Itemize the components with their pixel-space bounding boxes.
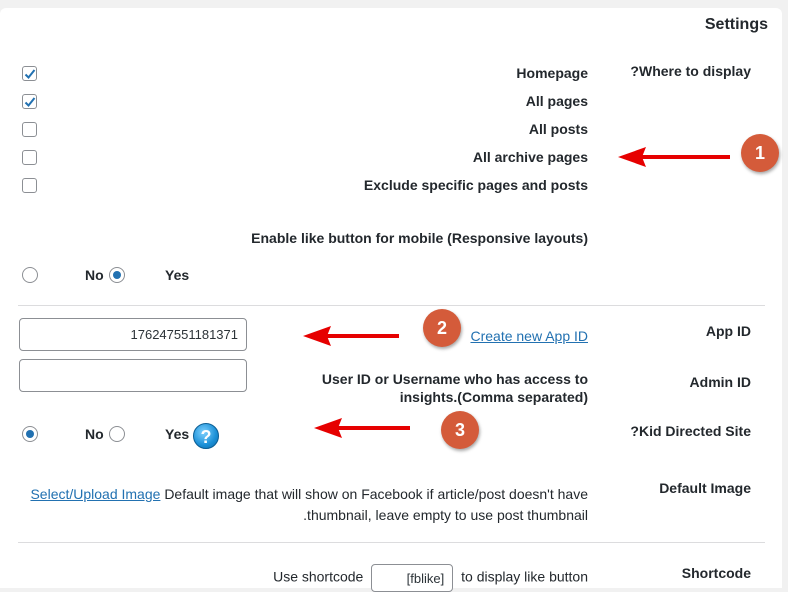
shortcode-input[interactable]: [371, 564, 454, 592]
checkbox-all-pages[interactable]: [22, 94, 37, 109]
where-to-display-label: ?Where to display: [630, 63, 751, 79]
help-icon[interactable]: ?: [193, 423, 219, 449]
option-exclude-specific-label: Exclude specific pages and posts: [363, 177, 588, 193]
default-image-description-line2: .thumbnail, leave empty to use post thum…: [303, 507, 588, 523]
kid-directed-yes-radio[interactable]: [109, 426, 125, 442]
admin-id-description-line2: insights.(Comma separated): [399, 389, 588, 405]
default-image-description-line1: Select/Upload Image Default image that w…: [30, 486, 588, 502]
annotation-arrow-1: [618, 147, 730, 167]
shortcode-row: Use shortcode to display like button: [273, 564, 588, 592]
checkbox-all-posts[interactable]: [22, 122, 37, 137]
section-divider: [18, 542, 765, 543]
annotation-badge-2: 2: [423, 309, 461, 347]
annotation-badge-3: 3: [441, 411, 479, 449]
kid-directed-yes-label: Yes: [165, 426, 190, 442]
checkbox-exclude-specific[interactable]: [22, 178, 37, 193]
option-all-pages-label: All pages: [525, 93, 588, 109]
admin-id-label: Admin ID: [689, 374, 751, 390]
check-icon: [24, 69, 36, 79]
mobile-yes-label: Yes: [165, 267, 190, 283]
option-all-posts-label: All posts: [528, 121, 588, 137]
select-upload-image-link[interactable]: Select/Upload Image: [30, 486, 160, 502]
admin-id-description-line1: User ID or Username who has access to: [321, 371, 588, 387]
mobile-yes-radio[interactable]: [109, 267, 125, 283]
kid-directed-no-radio[interactable]: [22, 426, 38, 442]
mobile-label: Enable like button for mobile (Responsiv…: [251, 230, 588, 246]
admin-id-description: User ID or Username who has access to in…: [322, 370, 588, 406]
annotation-badge-1: 1: [741, 134, 779, 172]
default-image-description: Select/Upload Image Default image that w…: [30, 484, 588, 526]
kid-directed-no-label: No: [85, 426, 104, 442]
mobile-no-radio[interactable]: [22, 267, 38, 283]
mobile-no-label: No: [85, 267, 104, 283]
checkbox-all-archive-pages[interactable]: [22, 150, 37, 165]
option-homepage-label: Homepage: [516, 65, 588, 81]
page-title: Settings: [704, 16, 768, 33]
shortcode-prefix: Use shortcode: [273, 568, 364, 585]
app-id-input[interactable]: [19, 318, 247, 351]
app-id-label: App ID: [705, 323, 751, 339]
annotation-arrow-3: [314, 418, 410, 438]
default-image-label: Default Image: [659, 480, 751, 496]
annotation-arrow-2: [303, 326, 399, 346]
kid-directed-label: ?Kid Directed Site: [630, 423, 751, 439]
option-all-archive-pages-label: All archive pages: [472, 149, 588, 165]
admin-id-input[interactable]: [19, 359, 247, 392]
checkbox-homepage[interactable]: [22, 66, 37, 81]
check-icon: [24, 97, 36, 107]
section-divider: [18, 305, 765, 306]
shortcode-suffix: to display like button: [461, 568, 588, 585]
create-app-id-link[interactable]: Create new App ID: [470, 328, 588, 344]
shortcode-label: Shortcode: [681, 565, 751, 581]
